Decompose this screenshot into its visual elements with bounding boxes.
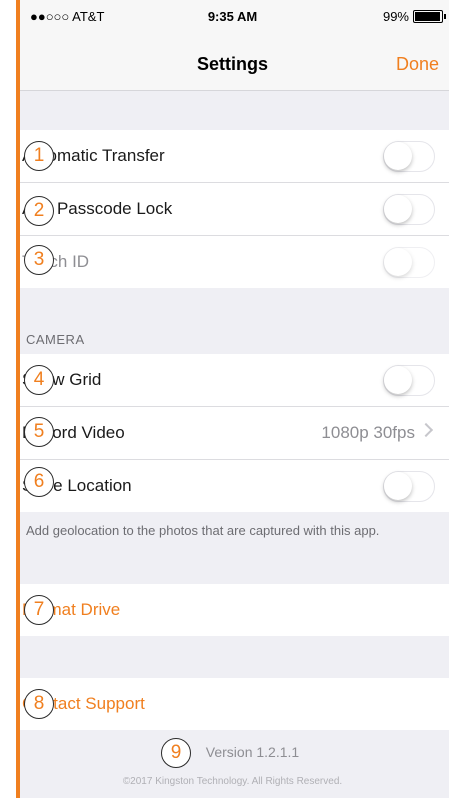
- store-location-footer: Add geolocation to the photos that are c…: [26, 523, 380, 538]
- camera-section-header: CAMERA: [26, 332, 85, 347]
- security-group: Automatic Transfer App Passcode Lock Tou…: [16, 130, 449, 288]
- status-bar: ●●○○○ AT&T 9:35 AM 99%: [16, 0, 449, 30]
- callout-8: 8: [24, 689, 54, 719]
- battery-percent: 99%: [382, 9, 409, 24]
- app-passcode-lock-toggle[interactable]: [383, 194, 435, 225]
- support-group: Contact Support: [16, 678, 449, 730]
- callout-6: 6: [24, 467, 54, 497]
- show-grid-toggle[interactable]: [383, 365, 435, 396]
- touch-id-toggle[interactable]: [383, 247, 435, 278]
- battery-icon: [413, 10, 446, 23]
- camera-group: Show Grid Record Video 1080p 30fps Store…: [16, 354, 449, 512]
- callout-3: 3: [24, 245, 54, 275]
- settings-screen: ●●○○○ AT&T 9:35 AM 99% Settings Done Aut…: [16, 0, 449, 798]
- copyright-label: ©2017 Kingston Technology. All Rights Re…: [122, 776, 343, 787]
- show-grid-row: Show Grid: [16, 354, 449, 407]
- callout-2: 2: [24, 196, 54, 226]
- drive-group: Format Drive: [16, 584, 449, 636]
- store-location-toggle[interactable]: [383, 471, 435, 502]
- frame-border: [16, 0, 20, 798]
- done-button[interactable]: Done: [396, 54, 439, 75]
- touch-id-row: Touch ID: [16, 236, 449, 288]
- automatic-transfer-toggle[interactable]: [383, 141, 435, 172]
- record-video-row[interactable]: Record Video 1080p 30fps: [16, 407, 449, 460]
- contact-support-row[interactable]: Contact Support: [16, 678, 449, 730]
- format-drive-row[interactable]: Format Drive: [16, 584, 449, 636]
- callout-9: 9: [161, 738, 191, 768]
- app-passcode-lock-row: App Passcode Lock: [16, 183, 449, 236]
- callout-4: 4: [24, 365, 54, 395]
- record-video-value: 1080p 30fps: [321, 423, 415, 442]
- automatic-transfer-row: Automatic Transfer: [16, 130, 449, 183]
- callout-5: 5: [24, 417, 54, 447]
- store-location-row: Store Location: [16, 460, 449, 512]
- callout-7: 7: [24, 595, 54, 625]
- navigation-bar: Settings Done: [16, 30, 449, 91]
- version-label: Version 1.2.1.1: [205, 744, 300, 760]
- page-title: Settings: [196, 54, 268, 74]
- chevron-right-icon: [418, 422, 434, 438]
- callout-1: 1: [24, 141, 54, 171]
